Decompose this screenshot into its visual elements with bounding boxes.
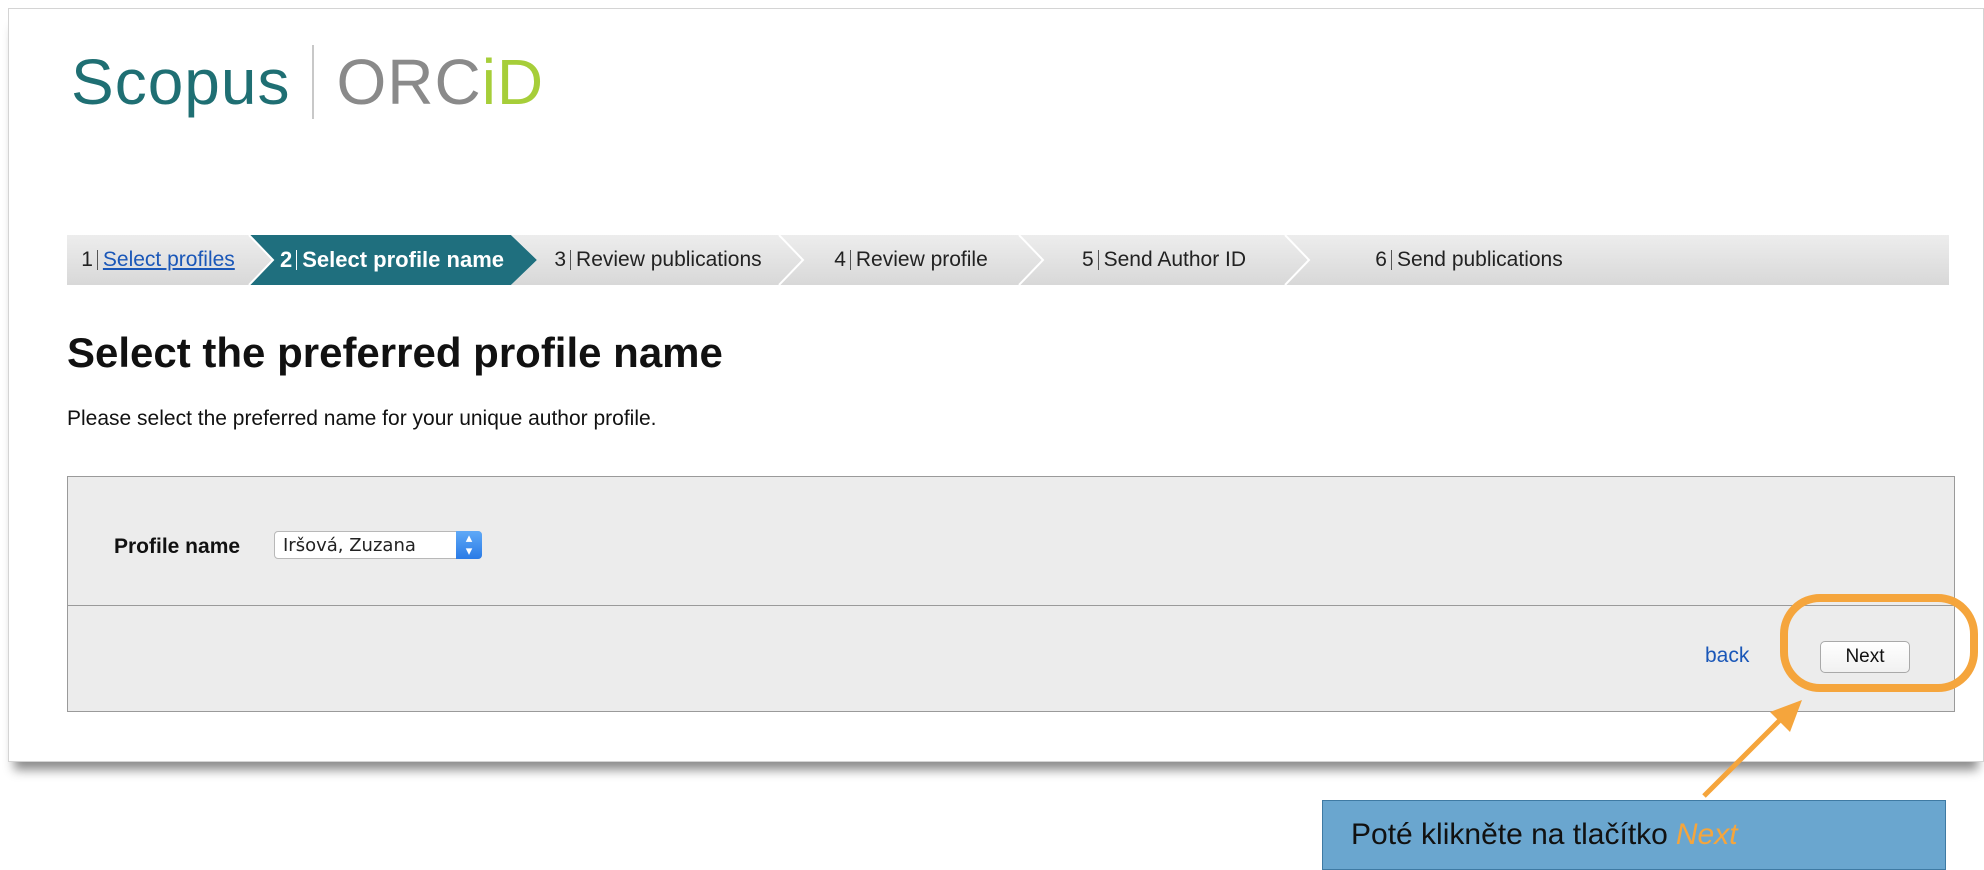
annotation-highlight-ring	[1780, 594, 1978, 692]
annotation-callout: Poté klikněte na tlačítko Next	[1322, 800, 1946, 870]
step-4-label: Review profile	[855, 248, 988, 271]
step-3-label: Review publications	[576, 248, 762, 271]
step-3-number: 3	[554, 248, 567, 271]
orcid-prefix: ORC	[336, 46, 482, 118]
scopus-wordmark: Scopus	[71, 46, 291, 118]
step-1-number: 1	[81, 248, 93, 271]
profile-name-label: Profile name	[114, 535, 241, 558]
step-4-number: 4	[834, 248, 846, 271]
orcid-wordmark: ORCiD	[336, 45, 544, 119]
page-description: Please select the preferred name for you…	[67, 407, 657, 430]
step-1[interactable]: 1 Select profiles	[67, 235, 249, 285]
orcid-id-mark: iD	[481, 46, 545, 118]
profile-name-form: Profile name Iršová, Zuzana ▴ ▾ back Next	[67, 476, 1955, 712]
page-title: Select the preferred profile name	[67, 329, 723, 376]
callout-text: Poté klikněte na tlačítko	[1351, 818, 1668, 851]
step-3: 3 Review publications	[537, 235, 779, 285]
step-6-label: Send publications	[1396, 248, 1563, 271]
step-6-number: 6	[1375, 248, 1387, 271]
back-link[interactable]: back	[1705, 644, 1749, 668]
step-2: 2 Select profile name	[273, 235, 511, 285]
step-divider	[849, 250, 851, 270]
form-divider	[68, 605, 1954, 606]
profile-name-select[interactable]: Iršová, Zuzana ▴ ▾	[274, 531, 482, 559]
progress-steps: 1 Select profiles 2 Select profile name …	[67, 235, 1949, 285]
step-2-label: Select profile name	[302, 247, 504, 272]
step-divider	[96, 250, 98, 270]
scopus-orcid-logo: Scopus ORCiD	[71, 45, 544, 119]
step-5: 5 Send Author ID	[1043, 235, 1285, 285]
step-divider	[296, 250, 298, 270]
logo-separator	[312, 45, 315, 119]
annotation-arrow-icon	[1702, 700, 1802, 798]
step-5-number: 5	[1081, 248, 1094, 271]
step-2-number: 2	[280, 247, 293, 272]
step-divider	[570, 250, 572, 270]
step-divider	[1390, 250, 1392, 270]
callout-emphasis: Next	[1675, 818, 1738, 851]
step-6: 6 Send publications	[1309, 235, 1629, 285]
app-window: Scopus ORCiD 1 Select profiles 2 Select …	[8, 8, 1984, 762]
step-divider	[1097, 250, 1099, 270]
select-updown-icon: ▴ ▾	[456, 531, 482, 559]
step-4: 4 Review profile	[803, 235, 1019, 285]
step-1-link[interactable]: Select profiles	[103, 248, 235, 272]
step-5-label: Send Author ID	[1103, 248, 1247, 271]
profile-name-value: Iršová, Zuzana	[283, 534, 416, 556]
